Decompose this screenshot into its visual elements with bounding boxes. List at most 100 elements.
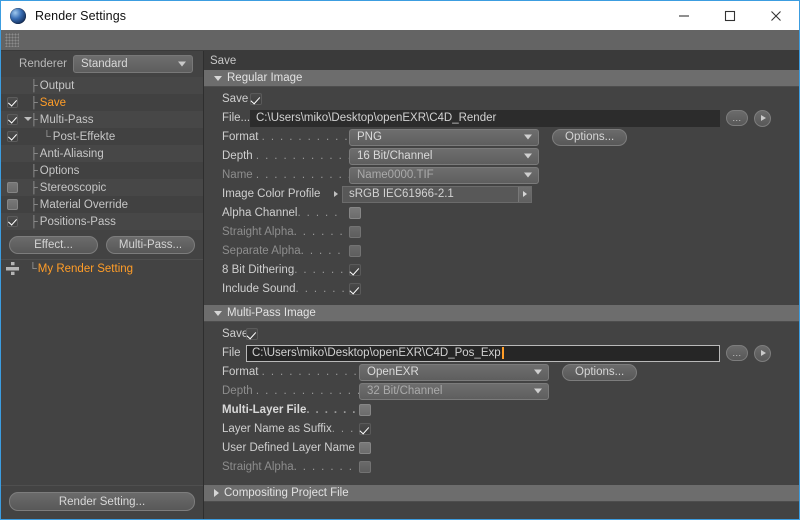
regular-name-value: Name0000.TIF — [357, 169, 434, 181]
group-title-multipass-image: Multi-Pass Image — [227, 307, 316, 319]
profile-expand-button[interactable] — [518, 186, 531, 202]
tree-branch-icon: ├ — [30, 198, 38, 211]
multipass-button[interactable]: Multi-Pass... — [106, 236, 195, 254]
sidebar-item-multi-pass[interactable]: ├ Multi-Pass — [1, 111, 203, 128]
sidebar-item-checkbox[interactable] — [7, 216, 18, 227]
regular-name-select[interactable]: Name0000.TIF — [349, 166, 539, 184]
regular-options-button[interactable]: Options... — [552, 128, 628, 146]
label-dots: . . . . . . . . . . . . . — [255, 150, 349, 162]
sidebar-item-checkbox[interactable] — [7, 131, 18, 142]
group-title-regular-image: Regular Image — [227, 72, 303, 84]
regular-format-row: Format . . . . . . . . . . . . PNG Optio… — [204, 128, 799, 146]
render-setting-node-icon — [6, 262, 19, 275]
tree-branch-icon: ├ — [30, 79, 38, 92]
sidebar-item-checkbox — [7, 165, 18, 176]
sidebar-button-row: Effect... Multi-Pass... — [1, 236, 203, 254]
sidebar-item-checkbox[interactable] — [7, 97, 18, 108]
regular-checkbox-label: Include Sound. . . . . . — [222, 283, 347, 295]
maximize-icon[interactable] — [707, 1, 753, 30]
sidebar-item-checkbox — [7, 80, 18, 91]
regular-checkbox-label: Straight Alpha. . . . . . — [222, 226, 345, 238]
regular-straight-alpha-row: Straight Alpha. . . . . . — [204, 223, 799, 241]
label-dots: . . . . — [331, 423, 359, 435]
regular-8-bit-dithering-checkbox[interactable] — [349, 264, 361, 276]
multipass-user-defined-layer-name-checkbox[interactable] — [359, 442, 371, 454]
multipass-format-select[interactable]: OpenEXR — [359, 363, 549, 381]
drag-grip-icon[interactable] — [5, 33, 19, 47]
regular-profile-value: sRGB IEC61966-2.1 — [349, 188, 454, 200]
multipass-options-button[interactable]: Options... — [562, 363, 638, 381]
regular-straight-alpha-checkbox — [349, 226, 361, 238]
regular-separate-alpha-row: Separate Alpha. . . . . — [204, 242, 799, 260]
multipass-file-input[interactable]: C:\Users\miko\Desktop\openEXR\C4D_Pos_Ex… — [246, 344, 720, 362]
multipass-layer-name-as-suffix-checkbox[interactable] — [359, 423, 371, 435]
multipass-format-row: Format . . . . . . . . . . . . . OpenEXR… — [204, 363, 799, 381]
window-title: Render Settings — [35, 8, 127, 23]
effect-button[interactable]: Effect... — [9, 236, 98, 254]
label-dots: . . . . . . — [295, 283, 347, 295]
regular-file-value: C:\Users\miko\Desktop\openEXR\C4D_Render — [256, 112, 497, 124]
sidebar-item-checkbox — [7, 148, 18, 159]
regular-format-select[interactable]: PNG — [349, 128, 539, 146]
regular-profile-field[interactable]: sRGB IEC61966-2.1 — [342, 185, 532, 203]
sidebar-item-output[interactable]: ├ Output — [1, 77, 203, 94]
sidebar-item-save[interactable]: ├ Save — [1, 94, 203, 111]
label-dots: . . . . . . . . . — [293, 461, 359, 473]
multipass-depth-select[interactable]: 32 Bit/Channel — [359, 382, 549, 400]
minimize-icon[interactable] — [661, 1, 707, 30]
sidebar-item-stereoscopic[interactable]: ├ Stereoscopic — [1, 179, 203, 196]
regular-include-sound-checkbox[interactable] — [349, 283, 361, 295]
tree-branch-icon: ├ — [30, 181, 38, 194]
multipass-browse-button[interactable]: ... — [726, 345, 748, 361]
sidebar-item-label: Multi-Pass — [39, 113, 94, 126]
multipass-checkbox-list: Multi-Layer File. . . . . . . . Layer Nam… — [204, 401, 799, 476]
regular-include-sound-row: Include Sound. . . . . . — [204, 280, 799, 298]
regular-name-label: Name . . . . . . . . . . . . . — [204, 169, 349, 181]
sidebar-item-checkbox[interactable] — [7, 199, 18, 210]
multipass-depth-value: 32 Bit/Channel — [367, 385, 443, 397]
sidebar-item-material-override[interactable]: ├ Material Override — [1, 196, 203, 213]
label-dots: . . . . . . . . — [306, 404, 359, 416]
group-header-multipass-image[interactable]: Multi-Pass Image — [204, 305, 799, 322]
chevron-down-icon — [214, 75, 222, 81]
panel-empty-area — [204, 502, 799, 519]
regular-alpha-channel-checkbox[interactable] — [349, 207, 361, 219]
regular-file-input[interactable]: C:\Users\miko\Desktop\openEXR\C4D_Render — [250, 109, 720, 127]
multipass-multi-layer-file-checkbox[interactable] — [359, 404, 371, 416]
settings-panel: Save Regular Image Save File... C:\Users… — [203, 51, 799, 519]
sidebar-item-anti-aliasing[interactable]: ├ Anti-Aliasing — [1, 145, 203, 162]
tree-branch-icon: └ — [43, 130, 51, 143]
regular-separate-alpha-checkbox — [349, 245, 361, 257]
list-item[interactable]: └ My Render Setting — [1, 260, 203, 277]
sidebar-item-positions-pass[interactable]: ├ Positions-Pass — [1, 213, 203, 230]
tree-branch-icon: ├ — [30, 164, 38, 177]
group-header-compositing-project-file[interactable]: Compositing Project File — [204, 485, 799, 502]
sidebar-item-checkbox[interactable] — [7, 182, 18, 193]
close-icon[interactable] — [753, 1, 799, 30]
chevron-down-icon — [524, 134, 532, 140]
regular-save-checkbox[interactable] — [250, 93, 262, 105]
chevron-down-icon[interactable] — [24, 117, 32, 121]
sidebar-item-label: Post-Effekte — [52, 130, 116, 143]
renderer-select[interactable]: Standard — [73, 55, 193, 73]
regular-depth-value: 16 Bit/Channel — [357, 150, 433, 162]
regular-depth-select[interactable]: 16 Bit/Channel — [349, 147, 539, 165]
sidebar-item-checkbox[interactable] — [7, 114, 18, 125]
regular-profile-label: Image Color Profile — [222, 188, 321, 200]
sidebar-item-options[interactable]: ├ Options — [1, 162, 203, 179]
group-header-regular-image[interactable]: Regular Image — [204, 70, 799, 87]
multipass-save-checkbox[interactable] — [246, 328, 258, 340]
render-setting-button[interactable]: Render Setting... — [9, 492, 195, 511]
multipass-format-value: OpenEXR — [367, 366, 419, 378]
regular-save-label: Save — [222, 93, 249, 105]
sidebar-item-post-effekte[interactable]: └ Post-Effekte — [1, 128, 203, 145]
label-dots: . . . . . . . . . . . . . — [261, 366, 359, 378]
regular-play-button[interactable] — [754, 109, 771, 127]
sidebar-item-label: Anti-Aliasing — [39, 147, 104, 160]
play-icon — [761, 350, 766, 356]
regular-browse-button[interactable]: ... — [726, 110, 748, 126]
multipass-image-body: Save File C:\Users\miko\Desktop\openEXR\… — [204, 322, 799, 477]
multipass-play-button[interactable] — [754, 344, 771, 362]
regular-depth-label: Depth . . . . . . . . . . . . . — [204, 150, 349, 162]
regular-checkbox-list: Alpha Channel. . . . . Straight Alpha. . … — [204, 204, 799, 298]
